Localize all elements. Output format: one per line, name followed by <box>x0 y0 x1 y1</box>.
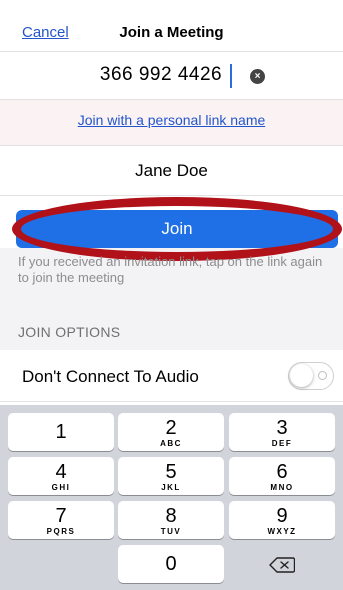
key-digit: 1 <box>55 421 67 443</box>
page-title: Join a Meeting <box>119 24 224 41</box>
key-7[interactable]: 7 PQRS <box>8 501 114 539</box>
key-digit: 0 <box>165 553 177 575</box>
key-digit: 9 <box>276 505 288 527</box>
key-digit: 8 <box>165 505 177 527</box>
backspace-icon <box>269 557 295 573</box>
audio-option-row: Don't Connect To Audio <box>0 350 343 402</box>
key-letters: JKL <box>161 483 181 492</box>
key-digit: 6 <box>276 461 288 483</box>
key-0[interactable]: 0 <box>118 545 224 583</box>
join-options-heading: JOIN OPTIONS <box>18 324 121 340</box>
key-letters: WXYZ <box>267 527 297 536</box>
nav-header: Cancel Join a Meeting <box>0 0 343 52</box>
personal-link-button[interactable]: Join with a personal link name <box>0 112 343 128</box>
toggle-off-indicator-icon <box>318 371 327 380</box>
key-letters: GHI <box>51 483 71 492</box>
audio-toggle[interactable] <box>288 362 334 390</box>
toggle-knob <box>290 364 313 387</box>
personal-link-row: Join with a personal link name <box>0 100 343 146</box>
key-letters: DEF <box>271 439 293 448</box>
key-1[interactable]: 1 <box>8 413 114 451</box>
key-digit: 2 <box>165 417 177 439</box>
key-9[interactable]: 9 WXYZ <box>229 501 335 539</box>
key-letters: MNO <box>270 483 294 492</box>
key-letters: TUV <box>160 527 182 536</box>
join-hint-text: If you received an invitation link, tap … <box>18 254 323 285</box>
key-4[interactable]: 4 GHI <box>8 457 114 495</box>
key-digit: 4 <box>55 461 67 483</box>
join-button[interactable]: Join <box>16 210 338 248</box>
key-3[interactable]: 3 DEF <box>229 413 335 451</box>
backspace-key[interactable] <box>229 545 335 583</box>
numeric-keypad: 1 2 ABC 3 DEF 4 GHI 5 JKL 6 MNO 7 PQRS 8… <box>0 405 343 590</box>
meeting-id-row: 366 992 4426 × <box>0 52 343 100</box>
key-6[interactable]: 6 MNO <box>229 457 335 495</box>
key-digit: 5 <box>165 461 177 483</box>
key-digit: 7 <box>55 505 67 527</box>
key-8[interactable]: 8 TUV <box>118 501 224 539</box>
audio-option-label: Don't Connect To Audio <box>22 367 199 386</box>
text-cursor <box>230 64 232 88</box>
key-letters: PQRS <box>46 527 76 536</box>
name-row: Jane Doe <box>0 146 343 196</box>
display-name-input[interactable]: Jane Doe <box>0 161 343 181</box>
meeting-id-input[interactable]: 366 992 4426 <box>0 64 322 86</box>
clear-icon[interactable]: × <box>250 69 265 84</box>
key-letters: ABC <box>160 439 182 448</box>
key-5[interactable]: 5 JKL <box>118 457 224 495</box>
key-digit: 3 <box>276 417 288 439</box>
key-2[interactable]: 2 ABC <box>118 413 224 451</box>
